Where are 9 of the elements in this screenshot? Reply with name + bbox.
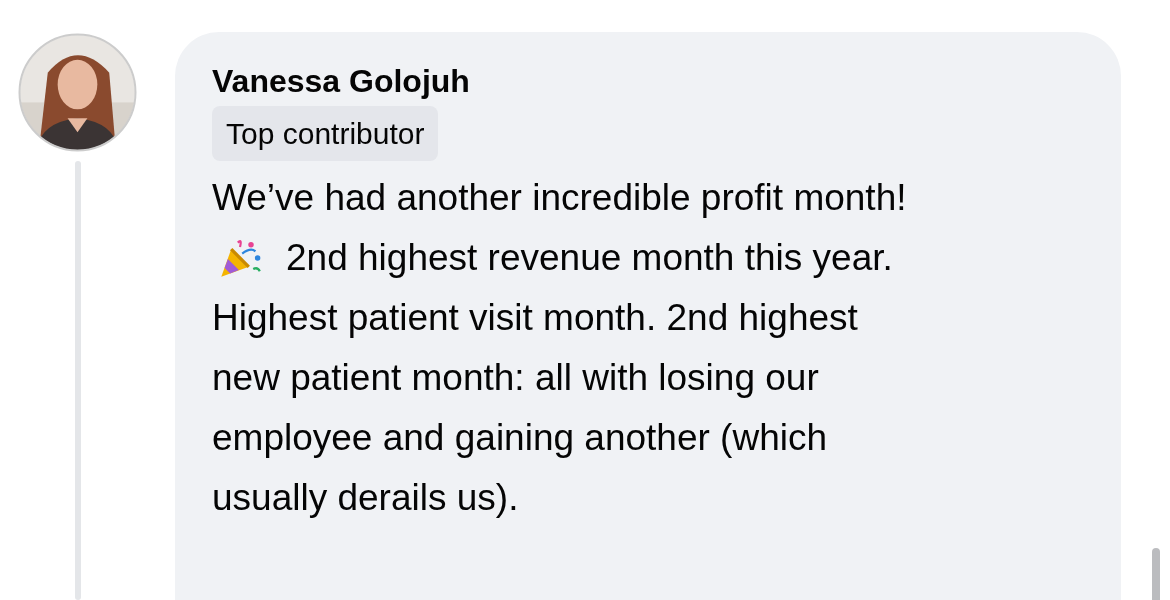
comment-text: 2nd highest revenue month this year. [286,236,893,280]
comment-text: Highest patient visit month. 2nd highest [212,296,858,340]
scrollbar[interactable] [1152,548,1160,600]
comment-text: usually derails us). [212,476,519,520]
comment-text: We’ve had another incredible profit month! [212,176,907,220]
author-name[interactable]: Vanessa Golojuh [212,62,470,100]
comment-text: employee and gaining another (which [212,416,828,460]
contributor-badge: Top contributor [212,106,439,161]
comment-text: new patient month: all with losing our [212,356,819,400]
